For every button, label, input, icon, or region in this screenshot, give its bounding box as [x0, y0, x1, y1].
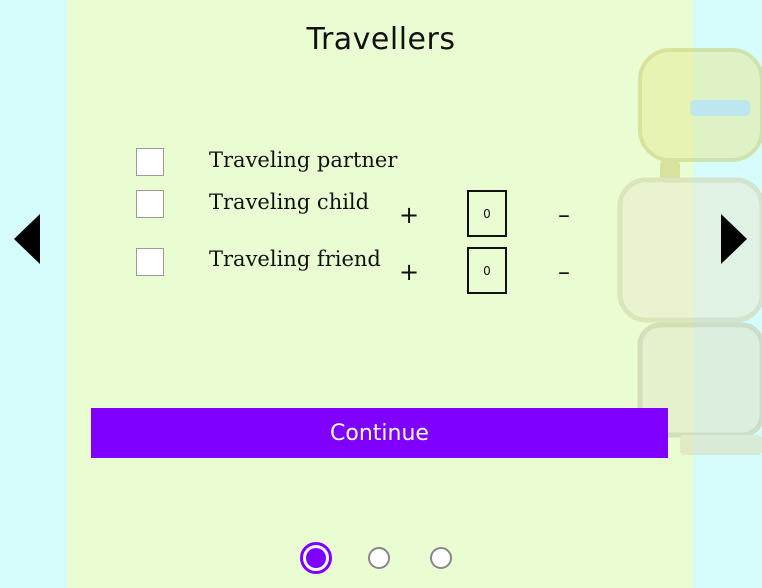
traveling-child-count[interactable]: 0 — [467, 190, 507, 237]
pagination-dot-2[interactable] — [368, 547, 390, 569]
traveling-child-checkbox[interactable] — [136, 190, 164, 218]
continue-button[interactable]: Continue — [91, 408, 668, 458]
traveling-friend-checkbox[interactable] — [136, 248, 164, 276]
caret-left-icon[interactable] — [14, 214, 40, 264]
traveling-partner-label: Traveling partner — [209, 148, 398, 172]
traveling-child-increment-button[interactable]: + — [397, 203, 421, 227]
main-panel — [67, 0, 693, 588]
traveling-friend-decrement-button[interactable]: – — [552, 260, 576, 284]
traveling-child-label: Traveling child — [209, 190, 370, 214]
pagination-dot-3[interactable] — [430, 547, 452, 569]
page-title: Travellers — [306, 22, 456, 57]
traveling-friend-count[interactable]: 0 — [467, 247, 507, 294]
traveling-child-decrement-button[interactable]: – — [552, 203, 576, 227]
pagination-dot-1[interactable] — [300, 542, 332, 574]
traveling-friend-label: Traveling friend — [209, 247, 381, 271]
caret-right-icon[interactable] — [721, 214, 747, 264]
traveling-friend-increment-button[interactable]: + — [397, 260, 421, 284]
traveling-partner-checkbox[interactable] — [136, 148, 164, 176]
